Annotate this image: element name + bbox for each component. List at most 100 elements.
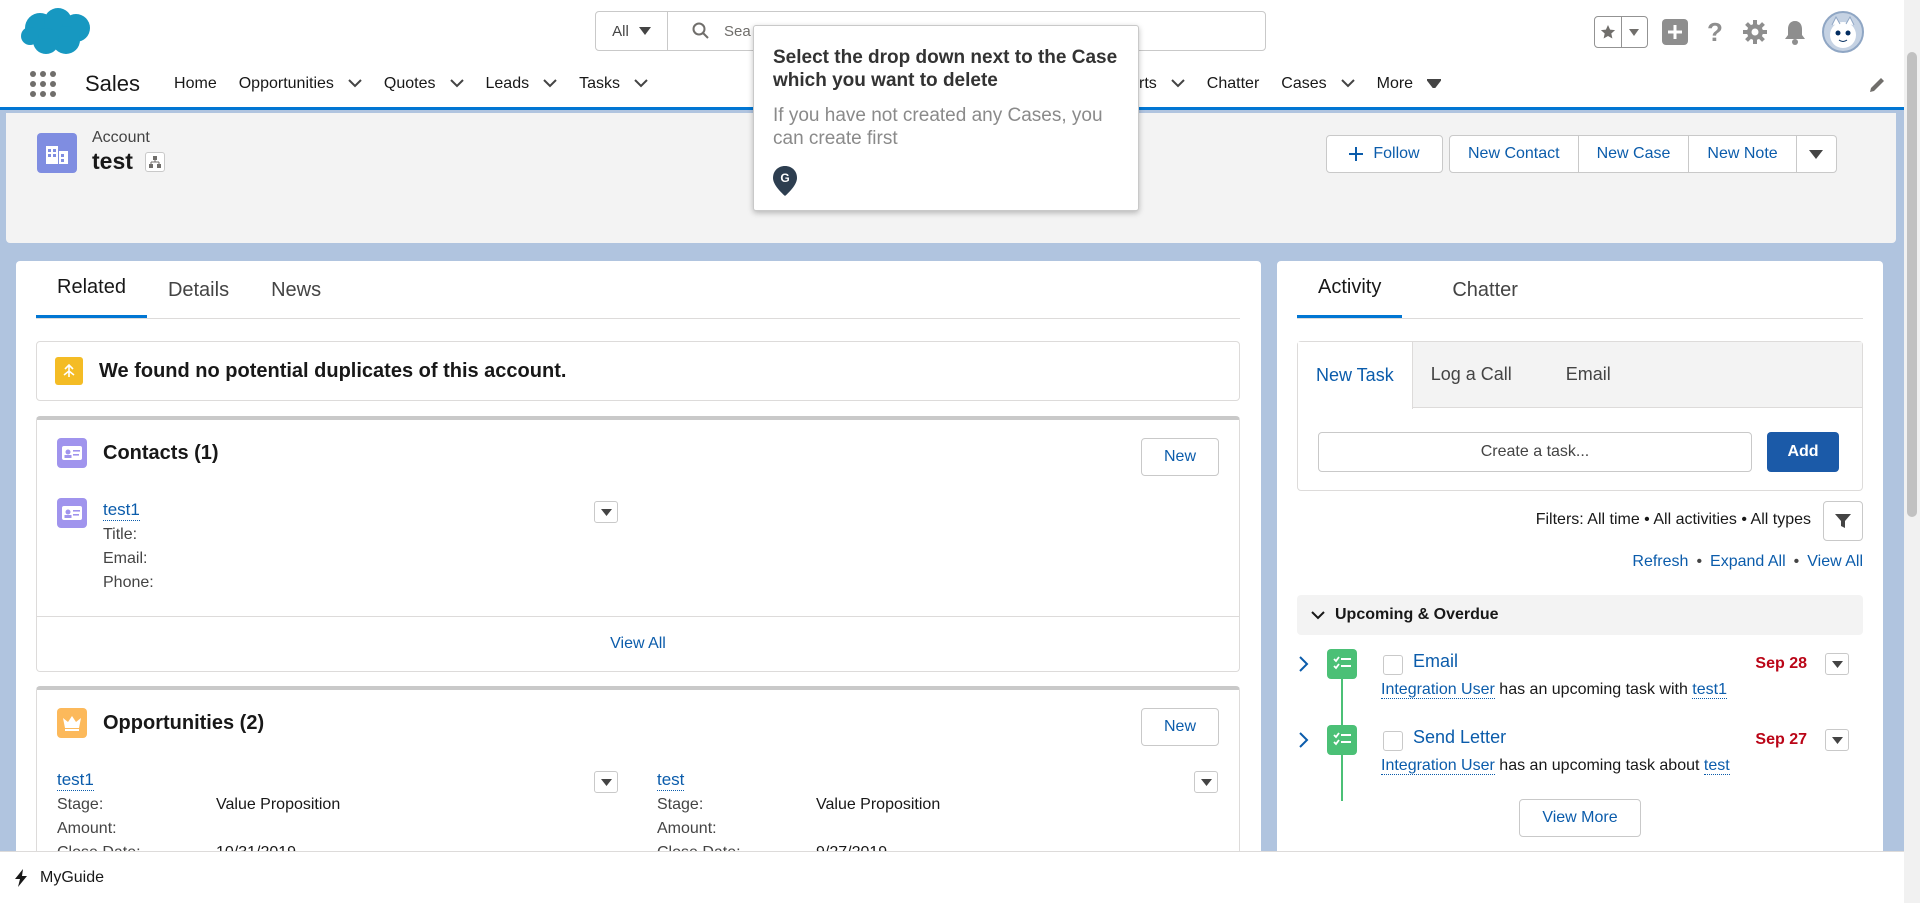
chevron-down-icon	[1311, 610, 1325, 619]
expand-all-link[interactable]: Expand All	[1710, 553, 1786, 571]
contact-name-link[interactable]: test1	[103, 500, 140, 521]
task-description-text: has an upcoming task about	[1499, 757, 1700, 774]
scrollbar-thumb[interactable]	[1907, 52, 1917, 517]
upcoming-overdue-section[interactable]: Upcoming & Overdue	[1297, 595, 1863, 635]
nav-item-label: Quotes	[383, 74, 436, 92]
contacts-view-all-link[interactable]: View All	[37, 616, 1239, 671]
user-avatar[interactable]	[1822, 11, 1864, 53]
task-user-link[interactable]: Integration User	[1381, 757, 1495, 775]
contact-email-label: Email:	[103, 550, 148, 567]
task-row-dropdown[interactable]	[1825, 729, 1849, 751]
chevron-down-icon[interactable]	[1171, 79, 1185, 88]
record-object-label: Account	[92, 129, 150, 146]
contact-row-dropdown[interactable]	[594, 501, 618, 523]
tab-activity[interactable]: Activity	[1297, 260, 1403, 318]
amount-label: Amount:	[57, 820, 117, 837]
nav-item-cases[interactable]: Cases	[1269, 60, 1364, 107]
chevron-down-icon	[1809, 149, 1824, 159]
task-user-link[interactable]: Integration User	[1381, 681, 1495, 699]
global-actions-plus-icon[interactable]	[1662, 19, 1688, 45]
tab-related[interactable]: Related	[36, 260, 147, 318]
task-target-link[interactable]: test1	[1692, 681, 1727, 699]
refresh-link[interactable]: Refresh	[1632, 553, 1688, 571]
follow-button[interactable]: Follow	[1326, 135, 1443, 173]
opportunity-name-link[interactable]: test	[657, 770, 685, 791]
lightning-bolt-icon	[15, 868, 27, 887]
amount-label: Amount:	[657, 820, 717, 837]
filter-funnel-icon[interactable]	[1823, 501, 1863, 541]
notifications-bell-icon[interactable]	[1782, 19, 1808, 45]
opportunities-title[interactable]: Opportunities (2)	[103, 712, 264, 735]
chevron-down-icon[interactable]	[449, 79, 464, 88]
svg-text:?: ?	[1707, 19, 1723, 45]
new-note-button[interactable]: New Note	[1689, 135, 1797, 173]
task-complete-checkbox[interactable]	[1383, 731, 1403, 751]
task-complete-checkbox[interactable]	[1383, 655, 1403, 675]
app-launcher-icon[interactable]	[30, 70, 58, 97]
search-input[interactable]: Sea	[724, 23, 751, 40]
upcoming-overdue-label: Upcoming & Overdue	[1335, 606, 1499, 623]
add-task-button[interactable]: Add	[1767, 432, 1839, 472]
task-name-link[interactable]: Email	[1413, 651, 1458, 672]
nav-item-label: Opportunities	[238, 74, 334, 92]
activity-task-item: Send Letter Sep 27 Integration User has …	[1297, 725, 1863, 801]
utility-bar: MyGuide	[0, 851, 1904, 903]
new-contact-button[interactable]: New Contact	[1449, 135, 1579, 173]
new-opportunity-button[interactable]: New	[1141, 708, 1219, 746]
chevron-right-icon[interactable]	[1297, 655, 1309, 673]
salesforce-logo-icon[interactable]	[20, 6, 94, 56]
svg-text:G: G	[780, 171, 789, 185]
duplicates-message: We found no potential duplicates of this…	[99, 359, 567, 382]
opportunity-row-dropdown[interactable]	[1194, 771, 1218, 793]
nav-item-tasks[interactable]: Tasks	[567, 60, 658, 107]
more-actions-button[interactable]	[1796, 135, 1837, 173]
task-description: Integration User has an upcoming task wi…	[1381, 681, 1727, 699]
nav-item-home[interactable]: Home	[162, 60, 227, 107]
chevron-down-icon[interactable]	[348, 79, 362, 88]
tab-new-task[interactable]: New Task	[1298, 342, 1413, 409]
favorites-button[interactable]	[1594, 16, 1648, 48]
nav-item-chatter[interactable]: Chatter	[1195, 60, 1269, 107]
new-contact-list-button[interactable]: New	[1141, 438, 1219, 476]
view-more-button[interactable]: View More	[1519, 799, 1641, 837]
page-scrollbar[interactable]	[1904, 0, 1920, 903]
tab-news[interactable]: News	[250, 260, 342, 318]
chevron-down-icon[interactable]	[543, 79, 557, 88]
task-target-link[interactable]: test	[1703, 757, 1730, 775]
stage-label: Stage:	[57, 796, 104, 813]
chevron-down-icon[interactable]	[1427, 79, 1442, 88]
star-icon[interactable]	[1595, 17, 1621, 47]
tab-log-call[interactable]: Log a Call	[1413, 342, 1530, 407]
setup-gear-icon[interactable]	[1742, 19, 1768, 45]
chevron-down-icon	[638, 27, 651, 35]
create-task-input[interactable]: Create a task...	[1318, 432, 1752, 472]
chevron-down-icon	[600, 778, 612, 786]
contact-card-icon	[57, 438, 87, 468]
search-scope-select[interactable]: All	[596, 12, 668, 50]
tab-details[interactable]: Details	[147, 260, 250, 318]
chevron-right-icon[interactable]	[1297, 731, 1309, 749]
search-icon	[692, 22, 709, 39]
header-utility-icons: ?	[1594, 11, 1864, 53]
nav-item-quotes[interactable]: Quotes	[372, 60, 474, 107]
nav-item-opportunities[interactable]: Opportunities	[227, 60, 372, 107]
opportunity-row-dropdown[interactable]	[594, 771, 618, 793]
nav-item-leads[interactable]: Leads	[474, 60, 568, 107]
task-row-dropdown[interactable]	[1825, 653, 1849, 675]
nav-item-more[interactable]: More	[1365, 60, 1451, 107]
record-actions: Follow New Contact New Case New Note	[1326, 135, 1837, 173]
edit-nav-pencil-icon[interactable]	[1868, 76, 1886, 94]
chevron-down-icon[interactable]	[634, 79, 648, 88]
help-icon[interactable]: ?	[1702, 19, 1728, 45]
tab-chatter[interactable]: Chatter	[1402, 260, 1539, 318]
new-case-button[interactable]: New Case	[1578, 135, 1690, 173]
tab-email[interactable]: Email	[1530, 342, 1629, 407]
chevron-down-icon[interactable]	[1340, 79, 1355, 88]
opportunity-name-link[interactable]: test1	[57, 770, 94, 791]
view-all-link[interactable]: View All	[1807, 553, 1863, 571]
myguide-utility-item[interactable]: MyGuide	[40, 869, 104, 887]
chevron-down-icon[interactable]	[1620, 17, 1648, 47]
contacts-title[interactable]: Contacts (1)	[103, 442, 219, 465]
task-name-link[interactable]: Send Letter	[1413, 727, 1506, 748]
hierarchy-icon[interactable]	[145, 152, 165, 172]
